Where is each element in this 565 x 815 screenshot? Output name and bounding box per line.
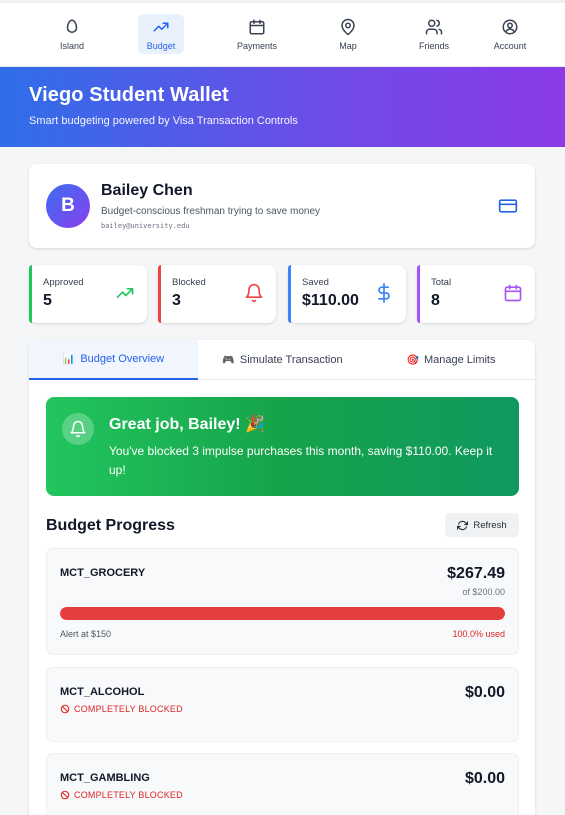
- stat-saved: Saved $110.00: [288, 265, 406, 323]
- tab-simulate-transaction[interactable]: 🎮 Simulate Transaction: [198, 340, 367, 380]
- top-navigation: Island Budget Payments Map Friends Accou…: [0, 0, 565, 67]
- ban-icon: [60, 704, 70, 714]
- blocked-status: COMPLETELY BLOCKED: [60, 790, 183, 800]
- category-limit: of $200.00: [462, 587, 505, 597]
- nav-item-map[interactable]: Map: [325, 14, 371, 54]
- user-circle-icon: [502, 19, 518, 35]
- profile-card: B Bailey Chen Budget-conscious freshman …: [29, 164, 535, 248]
- map-pin-icon: [341, 18, 355, 36]
- tab-label: Manage Limits: [423, 354, 496, 366]
- calendar-icon: [504, 284, 522, 302]
- profile-email: bailey@university.edu: [101, 222, 190, 230]
- profile-bio: Budget-conscious freshman trying to save…: [101, 206, 320, 217]
- refresh-button[interactable]: Refresh: [445, 513, 519, 537]
- stat-approved: Approved 5: [29, 265, 147, 323]
- stat-label: Saved: [302, 277, 329, 288]
- nav-item-payments[interactable]: Payments: [234, 14, 280, 54]
- category-amount: $0.00: [464, 770, 505, 787]
- success-banner: Great job, Bailey! 🎉 You've blocked 3 im…: [46, 397, 519, 496]
- app-title: Viego Student Wallet: [29, 84, 229, 106]
- stat-value: $110.00: [302, 292, 359, 309]
- profile-name: Bailey Chen: [101, 182, 193, 199]
- bell-icon: [70, 420, 86, 438]
- usage-percent: 100.0% used: [452, 629, 505, 639]
- stat-label: Approved: [43, 277, 84, 288]
- nav-label: Island: [59, 41, 85, 51]
- stat-value: 3: [172, 292, 181, 309]
- stat-accent-bar: [417, 265, 420, 323]
- budget-progress-title: Budget Progress: [46, 517, 175, 534]
- tab-budget-overview[interactable]: 📊 Budget Overview: [29, 340, 198, 380]
- main-panel: 📊 Budget Overview 🎮 Simulate Transaction…: [29, 340, 535, 815]
- tab-manage-limits[interactable]: 🎯 Manage Limits: [367, 340, 535, 380]
- egg-icon: [66, 19, 78, 33]
- app-subtitle: Smart budgeting powered by Visa Transact…: [29, 115, 298, 127]
- avatar: B: [46, 184, 90, 228]
- nav-item-account[interactable]: Account: [487, 14, 533, 54]
- stat-label: Total: [431, 277, 452, 288]
- refresh-icon: [457, 520, 469, 530]
- nav-item-friends[interactable]: Friends: [411, 14, 457, 54]
- alert-threshold: Alert at $150: [60, 629, 112, 639]
- category-name: MCT_ALCOHOL: [60, 686, 145, 698]
- stat-label: Blocked: [172, 277, 206, 288]
- blocked-status: COMPLETELY BLOCKED: [60, 704, 183, 714]
- nav-label: Budget: [146, 41, 176, 51]
- users-icon: [425, 19, 443, 35]
- calendar-icon: [249, 19, 265, 35]
- stat-value: 5: [43, 292, 52, 309]
- bell-icon: [245, 283, 263, 303]
- budget-category-card: MCT_GAMBLING $0.00 COMPLETELY BLOCKED: [46, 753, 519, 815]
- header-banner: Viego Student Wallet Smart budgeting pow…: [0, 67, 565, 147]
- success-title: Great job, Bailey! 🎉: [109, 416, 265, 433]
- dollar-icon: [378, 283, 390, 303]
- ban-icon: [60, 790, 70, 800]
- bar-chart-icon: 📊: [62, 353, 76, 365]
- category-name: MCT_GAMBLING: [60, 772, 150, 784]
- nav-item-budget[interactable]: Budget: [138, 14, 184, 54]
- refresh-label: Refresh: [473, 519, 507, 531]
- budget-category-card: MCT_ALCOHOL $0.00 COMPLETELY BLOCKED: [46, 667, 519, 742]
- category-amount: $267.49: [447, 565, 505, 582]
- stat-accent-bar: [288, 265, 291, 323]
- stat-total: Total 8: [417, 265, 535, 323]
- stat-accent-bar: [29, 265, 32, 323]
- tab-label: Simulate Transaction: [239, 354, 343, 366]
- stat-blocked: Blocked 3: [158, 265, 276, 323]
- stat-accent-bar: [158, 265, 161, 323]
- budget-category-card: MCT_GROCERY $267.49 of $200.00 Alert at …: [46, 548, 519, 655]
- blocked-label: COMPLETELY BLOCKED: [74, 704, 183, 714]
- nav-label: Map: [339, 41, 357, 51]
- category-name: MCT_GROCERY: [60, 567, 146, 579]
- tab-bar: 📊 Budget Overview 🎮 Simulate Transaction…: [29, 340, 535, 380]
- gamepad-icon: 🎮: [222, 354, 235, 366]
- nav-label: Payments: [236, 41, 278, 51]
- credit-card-icon[interactable]: [498, 196, 518, 216]
- category-amount: $0.00: [464, 684, 505, 701]
- success-message: You've blocked 3 impulse purchases this …: [109, 444, 493, 477]
- stat-value: 8: [431, 292, 440, 309]
- tab-label: Budget Overview: [80, 353, 165, 365]
- blocked-label: COMPLETELY BLOCKED: [74, 790, 183, 800]
- nav-item-island[interactable]: Island: [49, 14, 95, 54]
- progress-fill: [60, 607, 505, 620]
- bell-icon-badge: [62, 413, 94, 445]
- trending-up-icon: [116, 288, 134, 298]
- nav-label: Friends: [418, 41, 449, 51]
- target-icon: 🎯: [406, 354, 419, 366]
- nav-label: Account: [493, 41, 527, 51]
- trending-up-icon: [153, 22, 169, 32]
- progress-track: [60, 607, 505, 620]
